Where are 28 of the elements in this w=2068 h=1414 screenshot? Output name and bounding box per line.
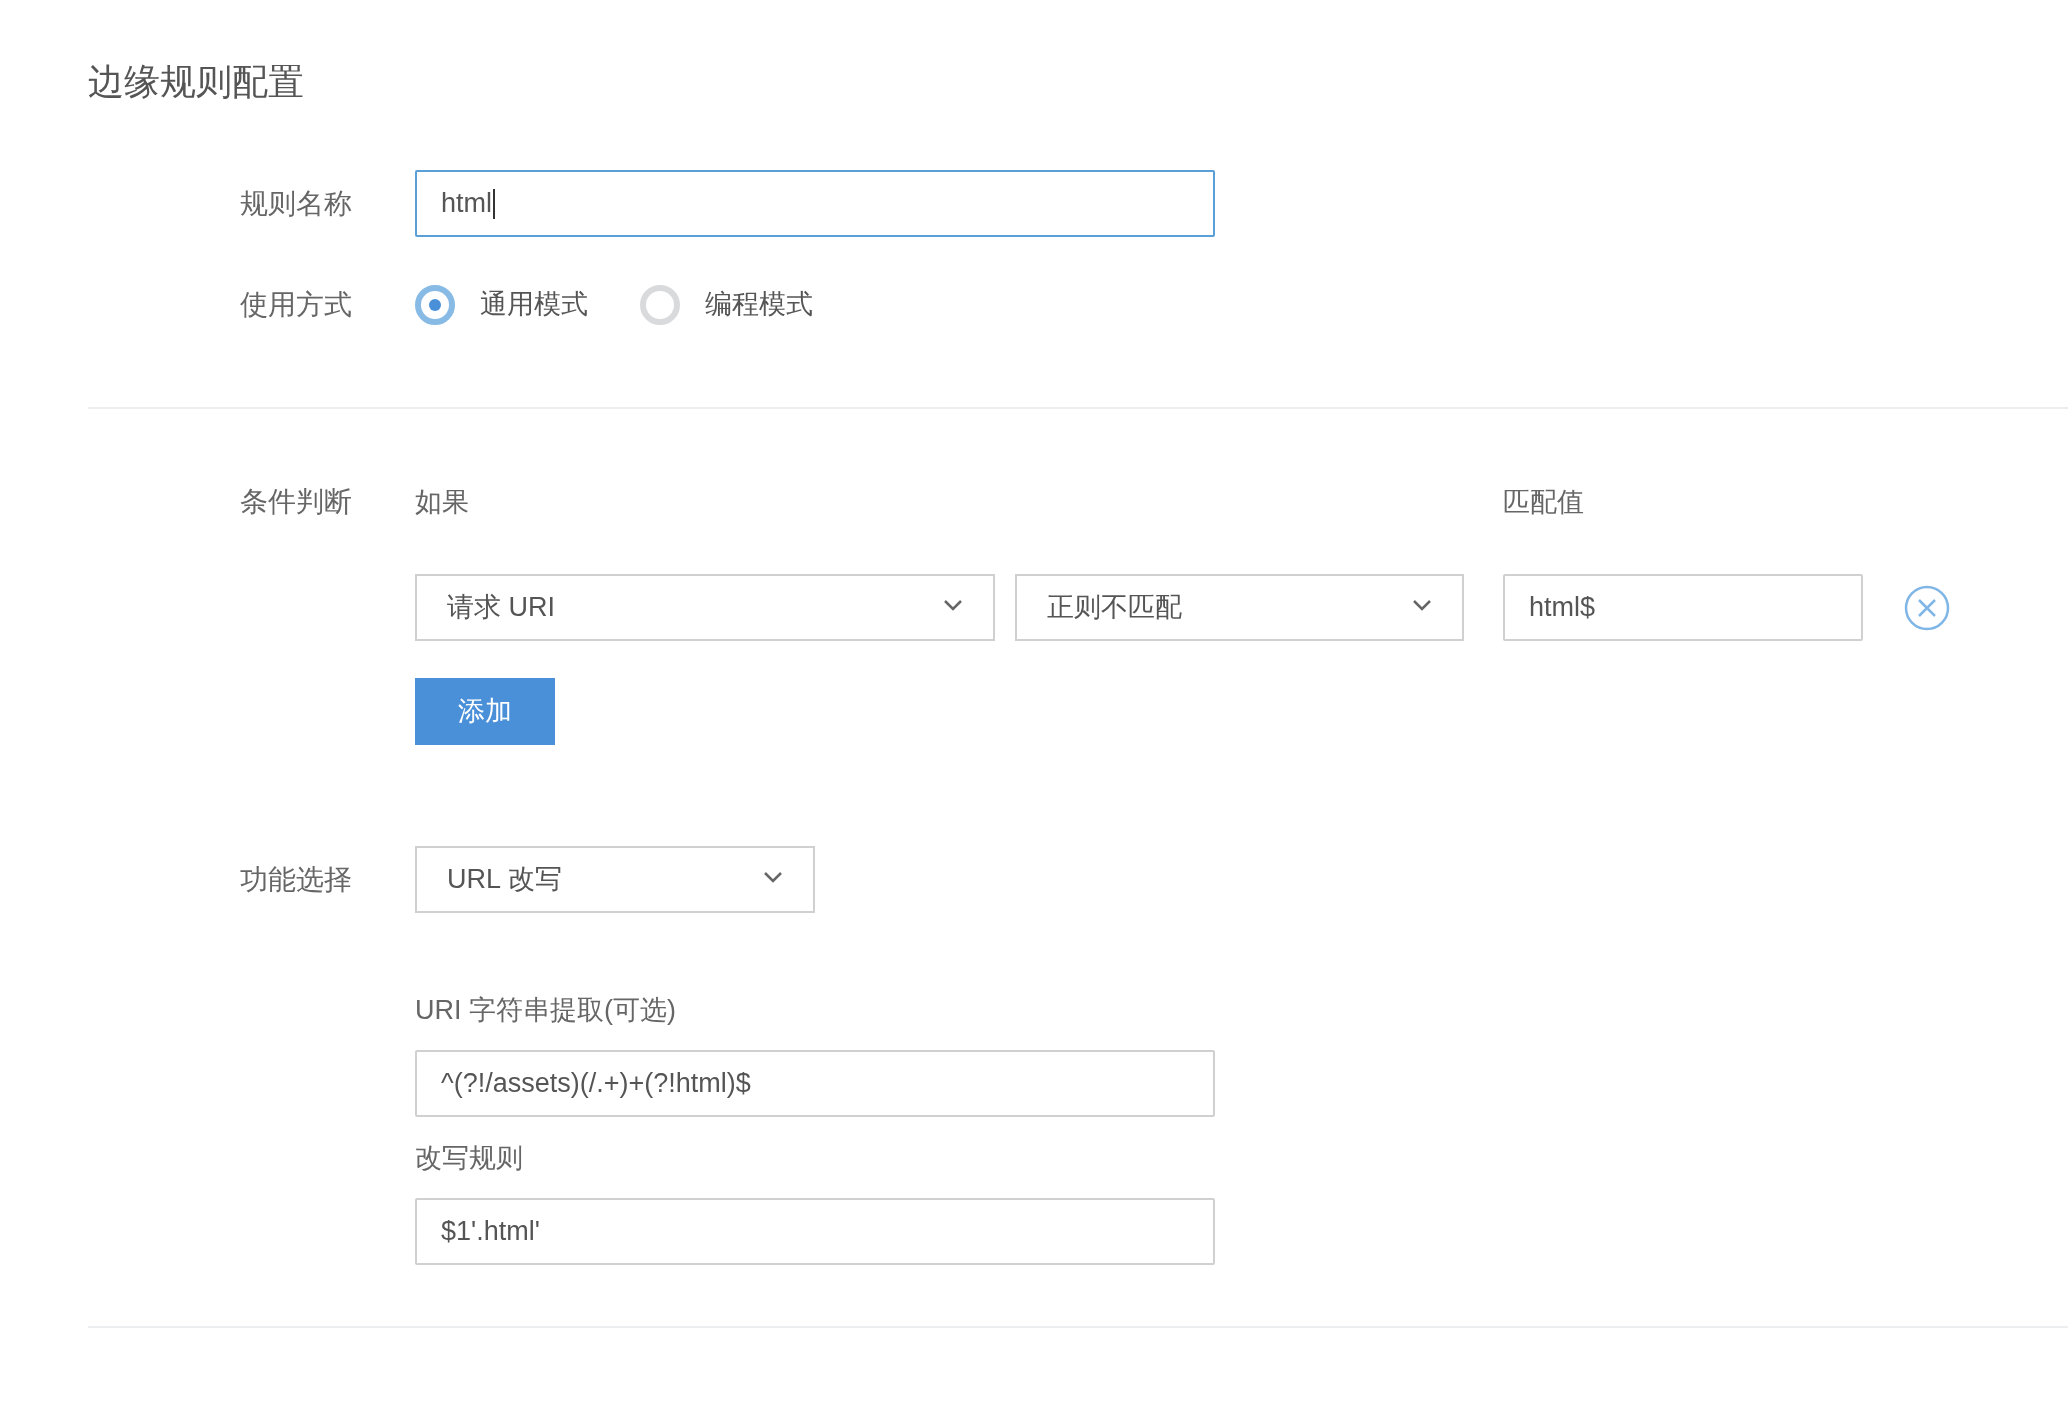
- chevron-down-icon: [1412, 598, 1432, 611]
- input-field[interactable]: $1'.html': [415, 1198, 1215, 1265]
- input-field[interactable]: html$: [1503, 574, 1863, 641]
- field-label: URI 字符串提取(可选): [415, 993, 676, 1027]
- field-label: 规则名称: [240, 187, 352, 219]
- page-title: 边缘规则配置: [88, 60, 305, 104]
- radio-button[interactable]: [415, 284, 455, 325]
- chevron-down-icon: [763, 870, 783, 883]
- input-field[interactable]: ^(?!/assets)(/.+)+(?!html)$: [415, 1050, 1215, 1117]
- dropdown[interactable]: URL 改写: [415, 846, 815, 913]
- remove-icon[interactable]: [1904, 584, 1950, 631]
- field-label: 改写规则: [415, 1141, 523, 1175]
- dropdown-value: URL 改写: [447, 863, 562, 897]
- field-label: 条件判断: [240, 486, 352, 517]
- text-cursor: [493, 188, 495, 219]
- field-label: 功能选择: [240, 863, 352, 895]
- column-header: 如果: [415, 485, 470, 519]
- dropdown-value: 请求 URI: [447, 591, 555, 625]
- dropdown[interactable]: 正则不匹配: [1015, 574, 1464, 641]
- chevron-down-icon: [943, 598, 963, 611]
- input-field[interactable]: html: [415, 170, 1215, 237]
- field-label: 使用方式: [240, 288, 352, 320]
- radio-label[interactable]: 通用模式: [480, 284, 588, 325]
- dropdown-value: 正则不匹配: [1047, 591, 1182, 625]
- dropdown[interactable]: 请求 URI: [415, 574, 995, 641]
- column-header: 匹配值: [1503, 485, 1584, 519]
- radio-label[interactable]: 编程模式: [705, 284, 813, 325]
- radio-button[interactable]: [640, 284, 680, 325]
